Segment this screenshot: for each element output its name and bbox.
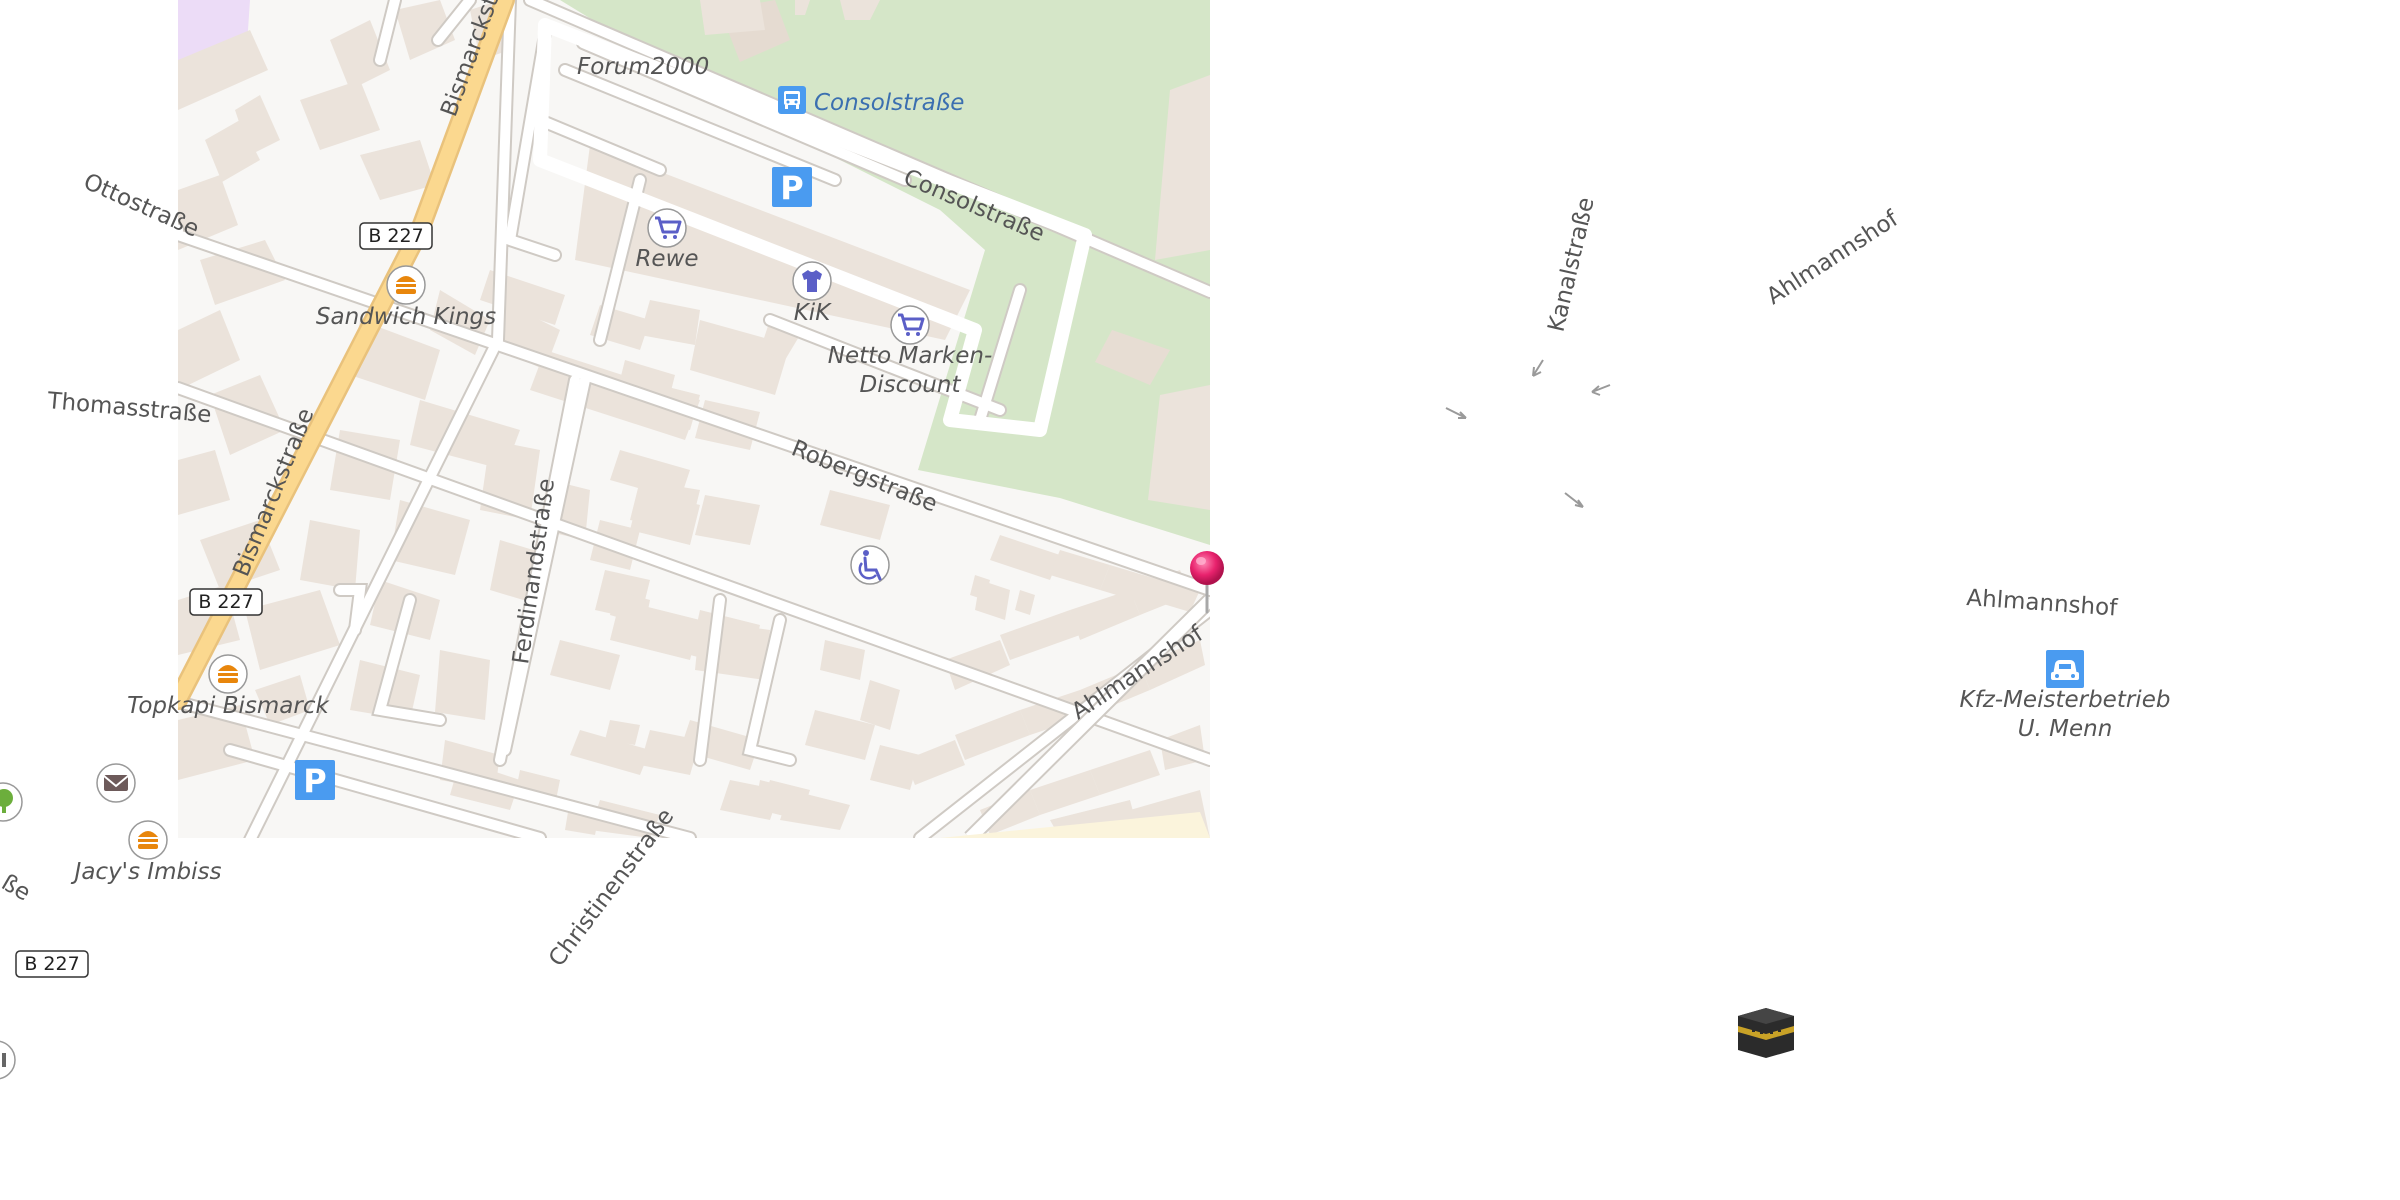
svg-text:P: P bbox=[303, 762, 326, 800]
poi-label-bus-stop[interactable]: Consolstraße bbox=[814, 90, 964, 116]
svg-text:B 227: B 227 bbox=[24, 953, 79, 975]
poi-partial-bottom[interactable] bbox=[0, 1040, 16, 1080]
svg-text:B 227: B 227 bbox=[198, 591, 253, 613]
poi-accessibility[interactable] bbox=[850, 545, 890, 585]
oneway-arrows bbox=[1445, 359, 1611, 508]
road-shield-b227-top: B 227 bbox=[359, 222, 433, 250]
road-shield-b227-bottom: B 227 bbox=[15, 950, 89, 978]
poi-park-partial[interactable] bbox=[0, 782, 23, 822]
street-label-kanalstrasse: Kanalstraße bbox=[1544, 195, 1600, 334]
poi-post[interactable] bbox=[96, 763, 136, 803]
street-label-ahlmannshof-diag: Ahlmannshof bbox=[1762, 205, 1904, 310]
svg-text:B 227: B 227 bbox=[368, 225, 423, 247]
shopping-cart-icon[interactable] bbox=[890, 305, 930, 345]
shopping-cart-icon[interactable] bbox=[647, 208, 687, 248]
map-canvas[interactable]: Bismarckstraße Bismarckstraße Ottostraße… bbox=[0, 0, 2400, 1200]
kaaba-icon[interactable] bbox=[1738, 1008, 1794, 1058]
poi-label-kik[interactable]: KiK bbox=[794, 300, 832, 326]
parking-icon[interactable]: P bbox=[772, 167, 812, 207]
bus-stop-consolstrasse[interactable]: Consolstraße bbox=[778, 86, 964, 116]
poi-kfz-meisterbetrieb[interactable]: Kfz-Meisterbetrieb U. Menn bbox=[1960, 650, 2171, 742]
poi-label-kfz-line2[interactable]: U. Menn bbox=[2018, 716, 2113, 742]
poi-kik[interactable]: KiK bbox=[792, 261, 832, 326]
street-label-partial: ße bbox=[0, 870, 35, 907]
poi-label-jacys-imbiss[interactable]: Jacy's Imbiss bbox=[71, 859, 222, 885]
parking-icon-south[interactable]: P bbox=[295, 760, 335, 800]
poi-label-netto-line2[interactable]: Discount bbox=[860, 372, 962, 398]
poi-label-rewe[interactable]: Rewe bbox=[635, 246, 698, 272]
poi-label-forum2000[interactable]: Forum2000 bbox=[577, 54, 709, 80]
poi-label-topkapi[interactable]: Topkapi Bismarck bbox=[127, 693, 330, 719]
svg-text:P: P bbox=[780, 169, 803, 207]
poi-label-netto-line1[interactable]: Netto Marken- bbox=[828, 343, 993, 369]
street-label-ahlmannshof: Ahlmannshof bbox=[1966, 585, 2119, 622]
poi-label-kfz-line1[interactable]: Kfz-Meisterbetrieb bbox=[1960, 687, 2171, 713]
road-shield-b227-mid: B 227 bbox=[189, 588, 263, 616]
poi-label-sandwich-kings[interactable]: Sandwich Kings bbox=[316, 304, 496, 330]
